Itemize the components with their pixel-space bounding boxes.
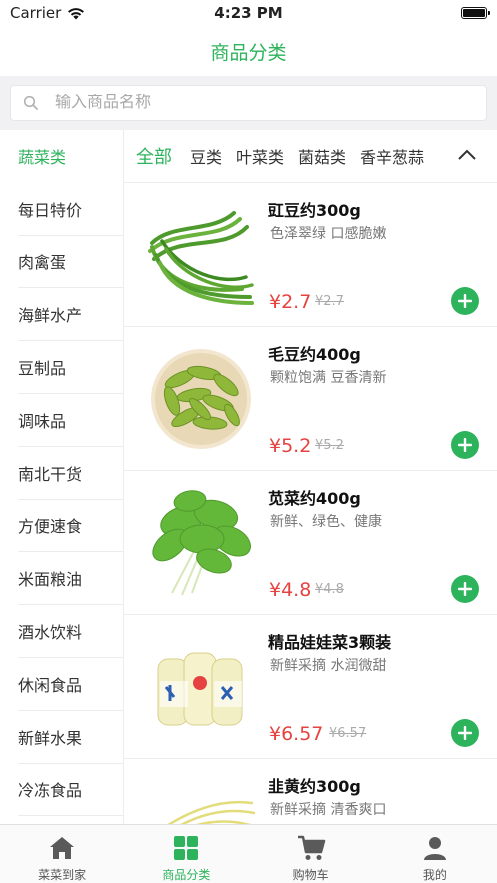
user-icon <box>423 837 446 860</box>
sidebar-item-label: 调味品 <box>18 411 67 431</box>
product-name: 豇豆约300g <box>268 201 361 220</box>
tab-categories-label: 商品分类 <box>162 868 211 882</box>
sidebar-item-label: 方便速食 <box>18 517 83 537</box>
tab-profile[interactable]: 我的 <box>373 825 497 883</box>
sidebar-item-soy-products[interactable]: 豆制品 <box>18 341 123 394</box>
product-desc: 新鲜、绿色、健康 <box>270 514 382 530</box>
product-image-baby-cabbage <box>157 652 243 726</box>
sidebar-item-label: 肉禽蛋 <box>18 253 67 273</box>
add-to-cart-button[interactable] <box>451 431 479 459</box>
product-name: 苋菜约400g <box>268 489 361 508</box>
sidebar-item-label: 冷冻食品 <box>18 781 83 801</box>
product-name: 毛豆约400g <box>268 345 361 364</box>
add-to-cart-button[interactable] <box>451 719 479 747</box>
product-desc: 颗粒饱满 豆香清新 <box>270 370 387 386</box>
product-item[interactable]: 苋菜约400g 新鲜、绿色、健康 ¥4.8 ¥4.8 <box>124 471 497 615</box>
product-item[interactable]: 毛豆约400g 颗粒饱满 豆香清新 ¥5.2 ¥5.2 <box>124 327 497 471</box>
product-name: 韭黄约300g <box>268 777 361 796</box>
carrier-group: Carrier <box>10 4 85 22</box>
search-input[interactable] <box>55 94 435 112</box>
sidebar-item-seafood[interactable]: 海鲜水产 <box>18 288 123 342</box>
tab-home[interactable]: 菜菜到家 <box>0 825 124 883</box>
product-original-price: ¥4.8 <box>315 582 344 597</box>
tab-profile-label: 我的 <box>422 868 447 882</box>
home-icon <box>50 837 75 859</box>
tab-mushrooms[interactable]: 菌菇类 <box>298 144 346 168</box>
sidebar-item-label: 酒水饮料 <box>18 623 83 643</box>
sidebar-item-label: 米面粮油 <box>18 570 83 590</box>
tab-cart[interactable]: 购物车 <box>249 825 373 883</box>
sidebar-item-drinks[interactable]: 酒水饮料 <box>18 605 123 658</box>
product-list: 豇豆约300g 色泽翠绿 口感脆嫩 ¥2.7 ¥2.7 毛豆约400g 颗粒饱满… <box>124 183 497 824</box>
tab-cart-label: 购物车 <box>292 868 329 882</box>
search-icon <box>23 95 38 110</box>
sidebar-item-rice-flour-oil[interactable]: 米面粮油 <box>18 552 123 606</box>
plus-icon <box>458 726 472 740</box>
chevron-up-icon[interactable] <box>457 148 477 162</box>
sidebar-item-frozen-food[interactable]: 冷冻食品 <box>18 764 123 817</box>
product-image-edamame <box>151 349 251 449</box>
sidebar-item-label: 南北干货 <box>18 464 83 484</box>
product-item[interactable]: 精品娃娃菜3颗装 新鲜采摘 水润微甜 ¥6.57 ¥6.57 <box>124 615 497 759</box>
tab-leafy-greens[interactable]: 叶菜类 <box>236 144 284 168</box>
sidebar-item-daily-deals[interactable]: 每日特价 <box>18 183 123 236</box>
product-original-price: ¥6.57 <box>329 726 367 741</box>
search-box[interactable] <box>10 85 487 121</box>
product-price: ¥4.8 <box>269 579 312 601</box>
add-to-cart-button[interactable] <box>451 287 479 315</box>
tab-home-label: 菜菜到家 <box>38 868 87 882</box>
category-sidebar: 蔬菜类 每日特价 肉禽蛋 海鲜水产 豆制品 调味品 南北干货 方便速食 米面粮油… <box>0 130 124 824</box>
product-original-price: ¥2.7 <box>315 294 344 309</box>
wifi-icon <box>68 7 85 19</box>
sidebar-item-label: 每日特价 <box>18 200 83 220</box>
page-title: 商品分类 <box>210 41 287 64</box>
plus-icon <box>458 294 472 308</box>
plus-icon <box>458 582 472 596</box>
tab-spices-onion-garlic[interactable]: 香辛葱蒜 <box>360 144 424 168</box>
product-image-amaranth <box>152 490 251 596</box>
tab-all[interactable]: 全部 <box>136 143 172 169</box>
sidebar-item-label: 豆制品 <box>18 359 67 379</box>
product-item[interactable]: 豇豆约300g 色泽翠绿 口感脆嫩 ¥2.7 ¥2.7 <box>124 183 497 327</box>
tab-beans[interactable]: 豆类 <box>190 144 222 168</box>
sidebar-item-label: 海鲜水产 <box>18 306 83 326</box>
tab-categories[interactable]: 商品分类 <box>124 825 248 883</box>
add-to-cart-button[interactable] <box>451 575 479 603</box>
sidebar-item-instant-food[interactable]: 方便速食 <box>18 500 123 553</box>
carrier-label: Carrier <box>10 4 62 22</box>
product-desc: 新鲜采摘 水润微甜 <box>270 658 387 674</box>
product-image-yellow-chives <box>167 800 256 824</box>
search-bar <box>0 76 497 130</box>
product-image-long-beans <box>148 211 254 305</box>
subcategory-tabs: 全部 豆类 叶菜类 菌菇类 香辛葱蒜 <box>124 130 497 183</box>
sidebar-item-vegetables[interactable]: 蔬菜类 <box>18 130 123 183</box>
sidebar-item-label: 休闲食品 <box>18 675 83 695</box>
status-bar: Carrier 4:23 PM <box>0 0 497 26</box>
sidebar-item-snacks[interactable]: 休闲食品 <box>18 658 123 711</box>
sidebar-item-label: 新鲜水果 <box>18 728 83 748</box>
sidebar-item-fresh-fruit[interactable]: 新鲜水果 <box>18 711 123 764</box>
product-price: ¥2.7 <box>269 291 312 313</box>
product-desc: 色泽翠绿 口感脆嫩 <box>270 226 387 242</box>
product-item[interactable]: 韭黄约300g 新鲜采摘 清香爽口 <box>124 759 497 824</box>
product-price: ¥6.57 <box>269 723 324 745</box>
cart-icon <box>297 835 325 860</box>
product-name: 精品娃娃菜3颗装 <box>268 633 392 652</box>
sidebar-item-label: 蔬菜类 <box>18 148 67 168</box>
battery-icon <box>461 7 490 19</box>
sidebar-item-condiments[interactable]: 调味品 <box>18 394 123 447</box>
sidebar-item-dried-goods[interactable]: 南北干货 <box>18 447 123 500</box>
product-price: ¥5.2 <box>269 435 312 457</box>
product-original-price: ¥5.2 <box>315 438 344 453</box>
plus-icon <box>458 438 472 452</box>
grid-icon <box>174 836 199 860</box>
sidebar-item-meat-poultry-eggs[interactable]: 肉禽蛋 <box>18 236 123 289</box>
product-desc: 新鲜采摘 清香爽口 <box>270 802 387 818</box>
bottom-tab-bar: 菜菜到家 商品分类 购物车 我的 <box>0 824 497 883</box>
